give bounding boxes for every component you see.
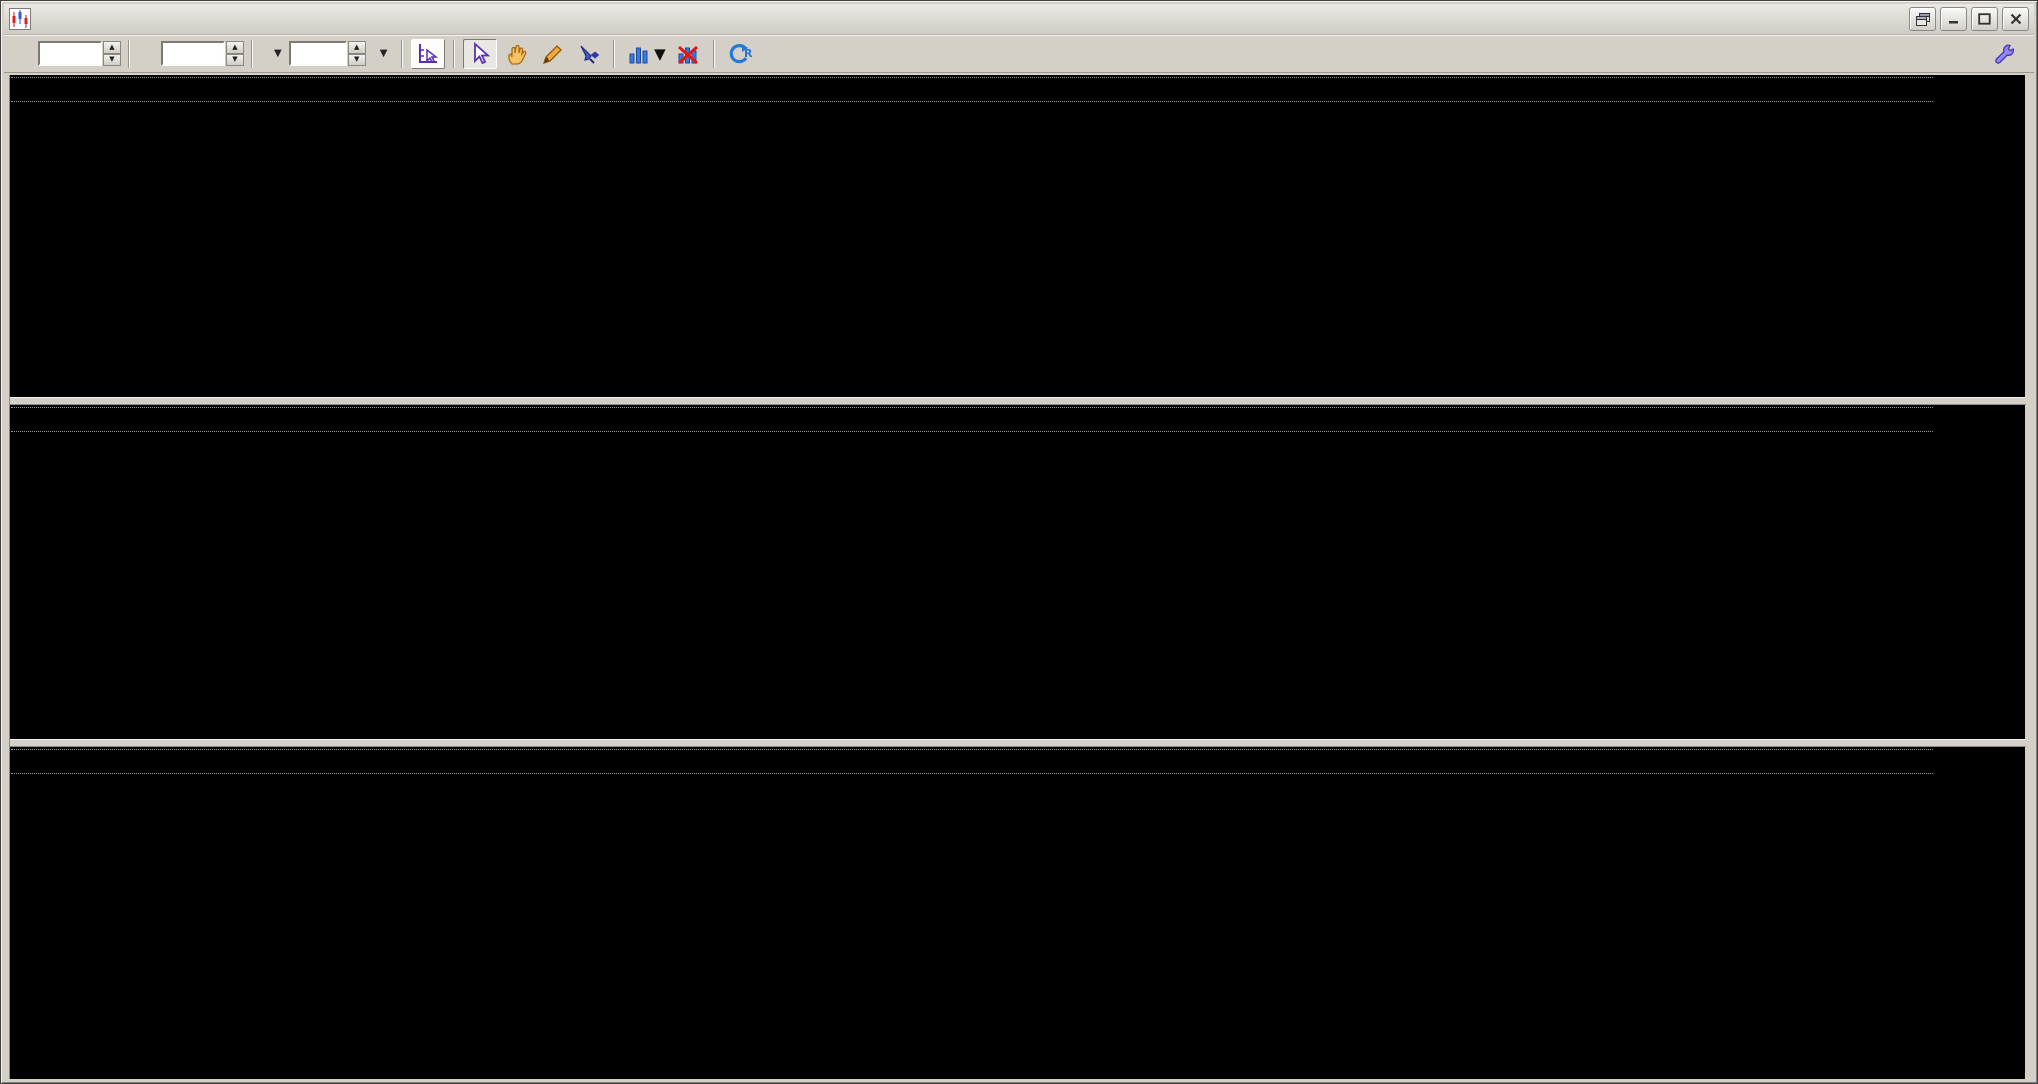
spread-line-panel — [10, 747, 2026, 1079]
toolbar: ▲ ▼ ▲ ▼ ▼ ▲ ▼ ▼ ▼ R — [4, 35, 2034, 73]
gold-candlestick-panel — [10, 75, 2026, 397]
panel-splitter[interactable] — [10, 397, 2026, 405]
chevron-down-icon: ▼ — [379, 48, 388, 59]
pan-hand-button[interactable] — [499, 39, 533, 69]
platinum-multiplier-stepper[interactable]: ▲ ▼ — [226, 41, 244, 66]
gold-multiplier-stepper[interactable]: ▲ ▼ — [103, 41, 121, 66]
toolbar-separator — [453, 39, 456, 68]
chart-cursor-icon — [419, 43, 439, 63]
toolbar-separator — [251, 39, 253, 68]
bar-chart-icon — [629, 47, 648, 63]
arrow-cursor-icon — [474, 41, 491, 64]
toolbar-separator — [128, 39, 130, 68]
panel-splitter[interactable] — [10, 739, 2026, 747]
spread-readout — [11, 749, 1933, 774]
bar-type-dropdown[interactable]: ▼ — [260, 45, 289, 62]
remove-indicator-button[interactable] — [671, 39, 705, 69]
bar-chart-delete-icon — [678, 45, 699, 64]
close-icon — [2010, 13, 2021, 25]
toolbar-separator — [713, 39, 716, 68]
maximize-button[interactable] — [1971, 7, 1998, 31]
pencil-icon — [543, 44, 563, 64]
chart-cursor-button[interactable] — [411, 38, 446, 69]
move-drawing-button[interactable] — [571, 39, 605, 69]
minimize-button[interactable] — [1940, 7, 1967, 31]
candlestick-app-icon — [9, 8, 31, 30]
toolbar-separator — [613, 39, 616, 68]
hand-icon — [508, 44, 527, 65]
gold-multiplier-input[interactable] — [38, 41, 102, 66]
wrench-icon — [1995, 44, 2015, 64]
select-cursor-button[interactable] — [463, 38, 498, 69]
svg-text:R: R — [744, 47, 753, 60]
minimize-icon — [1948, 21, 1958, 24]
platinum-multiplier-input[interactable] — [161, 41, 225, 66]
chart-window: ▲ ▼ ▲ ▼ ▼ ▲ ▼ ▼ ▼ R — [0, 0, 2038, 1084]
title-bar[interactable] — [4, 4, 2034, 35]
platinum-candlestick-panel — [10, 405, 2026, 739]
bar-count-input[interactable] — [288, 41, 347, 66]
refresh-icon: R — [730, 43, 753, 63]
toolbar-separator — [401, 39, 404, 68]
cascade-icon — [1915, 12, 1930, 26]
move-pen-icon — [580, 45, 600, 64]
gold-ohlc-readout — [11, 77, 1933, 102]
charts-area — [9, 75, 2026, 1079]
bar-count-stepper[interactable]: ▲ ▼ — [347, 41, 366, 66]
draw-line-button[interactable] — [535, 39, 569, 69]
bar-interval-dropdown[interactable]: ▼ — [366, 45, 395, 62]
chevron-down-icon: ▼ — [274, 48, 282, 59]
close-button[interactable] — [2002, 7, 2029, 31]
maximize-icon — [1978, 13, 1991, 25]
platinum-ohlc-readout — [11, 407, 1933, 432]
cascade-window-button[interactable] — [1909, 7, 1936, 31]
chevron-down-icon: ▼ — [654, 44, 666, 63]
settings-button[interactable] — [1986, 39, 2020, 69]
indicator-chart-button[interactable]: ▼ — [623, 39, 669, 69]
refresh-chart-button[interactable]: R — [723, 39, 757, 69]
